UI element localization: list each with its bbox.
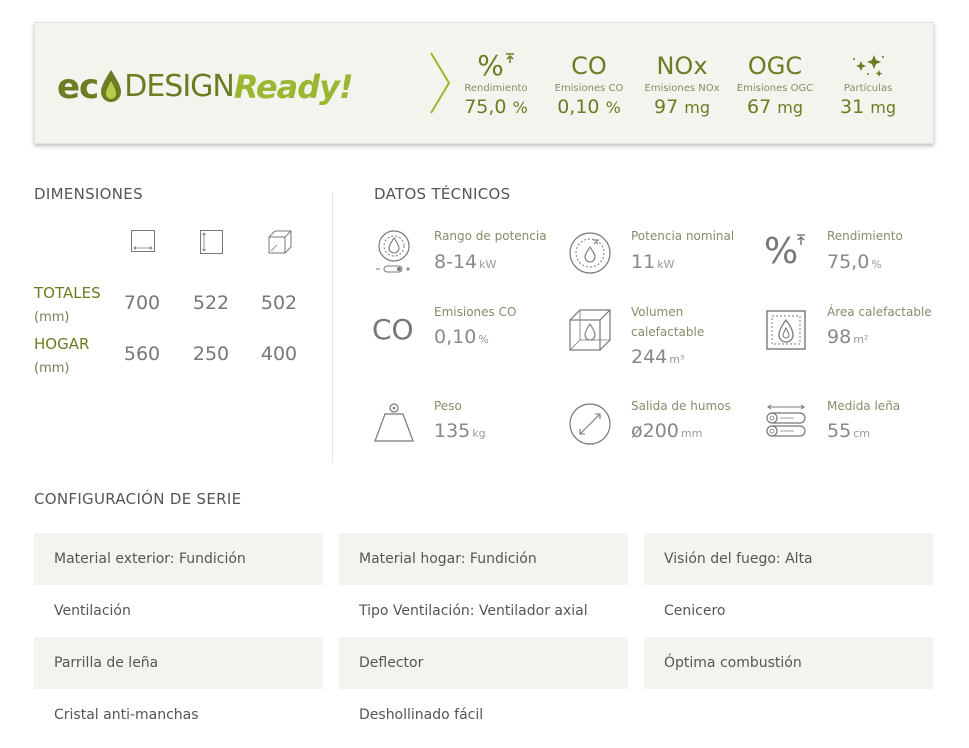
config-cell: Óptima combustión: [644, 637, 933, 689]
chevron-right-icon: [430, 52, 451, 114]
metric-value: 67 mg: [747, 96, 803, 118]
logo-eco-text: ec: [57, 67, 99, 107]
config-cell: Visión del fuego: Alta: [644, 533, 933, 585]
dim-value: 560: [123, 343, 161, 365]
section-divider: [332, 192, 333, 462]
tech-value: 135 kg: [434, 420, 486, 442]
config-cell: Cristal anti-manchas: [54, 707, 199, 723]
volume-icon: [569, 309, 611, 351]
power-range-icon: [376, 230, 410, 273]
dim-row-label-totales: TOTALES: [34, 284, 101, 302]
config-cell: Tipo Ventilación: Ventilador axial: [359, 603, 588, 619]
metric-value: 0,10 %: [557, 96, 621, 118]
co-symbol: CO: [571, 52, 607, 80]
tech-label: Salida de humos: [631, 399, 731, 413]
dim-row-label-hogar: HOGAR: [34, 335, 90, 353]
co-icon: CO: [372, 313, 414, 346]
tech-label-line2: calefactable: [631, 325, 705, 339]
tech-title: DATOS TÉCNICOS: [374, 185, 511, 203]
config-cell: Ventilación: [54, 603, 131, 619]
weight-icon: [374, 403, 414, 442]
tech-value: 75,0%: [827, 251, 882, 273]
dim-value: 502: [260, 292, 298, 314]
dim-value: 400: [260, 343, 298, 365]
metric-label: Emisiones OGC: [736, 83, 814, 94]
width-icon: [131, 230, 155, 252]
tech-value: 8-14 kW: [434, 251, 497, 273]
tech-value: 244 m³: [631, 346, 685, 368]
metric-value: 97 mg: [654, 96, 710, 118]
eco-metric-ogc: OGC Emisiones OGC 67 mg: [730, 51, 820, 118]
tech-label: Potencia nominal: [631, 229, 735, 243]
eco-metric-nox: NOx Emisiones NOx 97 mg: [637, 51, 727, 118]
particles-icon: [823, 51, 913, 81]
tech-value: 0,10%: [434, 326, 489, 348]
config-cell: Material hogar: Fundición: [339, 533, 628, 585]
tech-label: Medida leña: [827, 399, 901, 413]
nox-symbol: NOx: [656, 52, 708, 80]
metric-value: 75,0 %: [464, 96, 528, 118]
tech-label: Peso: [434, 399, 462, 413]
ecodesign-logo: ec DESIGN Ready!: [57, 65, 354, 107]
config-cell: Deshollinado fácil: [359, 707, 484, 723]
dim-row-unit: (mm): [34, 310, 70, 325]
ogc-symbol: OGC: [747, 52, 803, 80]
tech-label: Área calefactable: [827, 305, 932, 319]
dim-value: 522: [192, 292, 230, 314]
log-length-icon: [766, 404, 806, 437]
height-icon: [200, 230, 223, 254]
metric-label: Emisiones NOx: [644, 83, 720, 94]
eco-metric-co: CO Emisiones CO 0,10 %: [544, 51, 634, 118]
config-cell: Parrilla de leña: [34, 637, 323, 689]
config-title: CONFIGURACIÓN DE SERIE: [34, 490, 242, 508]
dim-value: 700: [123, 292, 161, 314]
eco-metric-rendimiento: % Rendimiento 75,0 %: [451, 51, 541, 119]
config-cell: Cenicero: [664, 603, 726, 619]
tech-value: ø200 mm: [631, 420, 703, 442]
metric-label: Partículas: [843, 83, 893, 94]
metric-label: Emisiones CO: [554, 83, 624, 94]
percent-icon: %: [451, 51, 541, 81]
flame-drop-icon: [101, 70, 122, 102]
dim-row-unit: (mm): [34, 361, 70, 376]
metric-value: 31 mg: [840, 96, 896, 118]
logo-ready-text: Ready!: [233, 68, 354, 106]
tech-label: Rango de potencia: [434, 229, 547, 243]
efficiency-icon: %: [764, 230, 808, 274]
tech-label: Volumen: [631, 305, 684, 319]
tech-value: 98 m²: [827, 326, 869, 348]
metric-label: Rendimiento: [464, 83, 528, 94]
tech-label: Emisiones CO: [434, 305, 517, 319]
heated-area-icon: [766, 310, 806, 350]
dim-value: 250: [192, 343, 230, 365]
tech-value: 55 cm: [827, 420, 870, 442]
tech-value: 11 kW: [631, 251, 675, 273]
logo-design-text: DESIGN: [124, 69, 235, 104]
dimensions-title: DIMENSIONES: [34, 185, 143, 203]
eco-metric-particulas: Partículas 31 mg: [823, 51, 913, 118]
depth-cube-icon: [268, 230, 292, 254]
flue-outlet-icon: [569, 403, 611, 445]
config-cell: Deflector: [339, 637, 628, 689]
nominal-power-icon: [569, 232, 611, 274]
ecodesign-banner: ec DESIGN Ready! % Rendimiento 75,0 % CO…: [34, 22, 934, 144]
config-cell: Material exterior: Fundición: [34, 533, 323, 585]
tech-label: Rendimiento: [827, 229, 903, 243]
